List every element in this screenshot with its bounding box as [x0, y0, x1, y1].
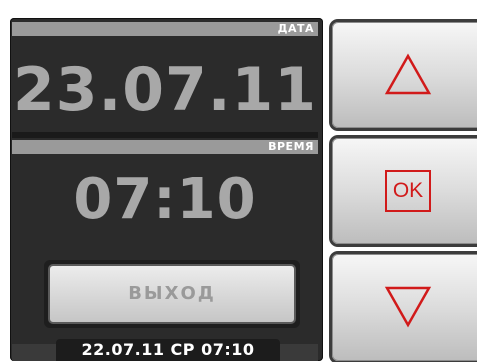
ok-label: OK [385, 170, 431, 212]
time-value[interactable]: 07:10 [12, 155, 318, 245]
triangle-down-icon [384, 286, 432, 328]
time-header: ВРЕМЯ [12, 140, 318, 154]
date-value[interactable]: 23.07.11 [12, 48, 318, 132]
up-button[interactable] [332, 22, 477, 128]
down-button[interactable] [332, 254, 477, 361]
date-header: ДАТА [12, 22, 318, 36]
triangle-up-icon [384, 53, 432, 95]
section-divider [12, 132, 318, 138]
clock-settings-screen: ДАТА 23.07.11 ВРЕМЯ 07:10 ВЫХОД 22.07.11… [0, 0, 477, 361]
ok-button[interactable]: OK [332, 138, 477, 244]
exit-button[interactable]: ВЫХОД [48, 264, 296, 324]
status-datetime: 22.07.11 СР 07:10 [56, 339, 280, 361]
